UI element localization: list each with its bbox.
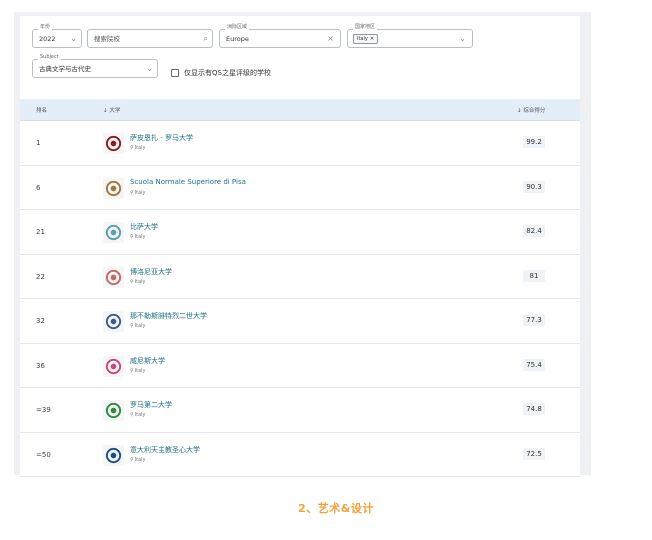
university-name-link[interactable]: 罗马第二大学 xyxy=(130,400,172,410)
university-name-link[interactable]: 意大利天主教圣心大学 xyxy=(130,445,200,455)
year-label: 年份 xyxy=(38,24,53,31)
location-text: Italy xyxy=(134,323,146,329)
university-name-link[interactable]: Scuola Normale Superiore di Pisa xyxy=(130,178,246,186)
university-location: ⚲Italy xyxy=(130,412,146,418)
score-header-label: 综合得分 xyxy=(523,108,546,114)
overall-score: 99.2 xyxy=(523,136,545,148)
university-location: ⚲Italy xyxy=(130,190,146,196)
university-name-link[interactable]: 博洛尼亚大学 xyxy=(130,267,172,277)
table-row[interactable]: 21 比萨大学 ⚲Italy 82.4 xyxy=(20,210,580,255)
score-header[interactable]: ↓ 综合得分 xyxy=(517,106,545,114)
university-location: ⚲Italy xyxy=(130,323,146,329)
university-name-link[interactable]: 威尼斯大学 xyxy=(130,356,165,366)
location-pin-icon: ⚲ xyxy=(130,412,134,418)
chevron-down-icon: ⌄ xyxy=(70,34,77,43)
location-pin-icon: ⚲ xyxy=(130,189,134,196)
subject-select[interactable]: Subject 古典文学与古代史 ⌄ xyxy=(32,54,158,78)
rank-value: 21 xyxy=(36,228,45,236)
overall-score: 77.3 xyxy=(523,314,545,326)
location-text: Italy xyxy=(134,412,146,418)
rank-header[interactable]: 排名 xyxy=(36,106,47,114)
overall-score: 81 xyxy=(523,269,545,282)
search-icon: ⌕ xyxy=(203,34,208,43)
country-chip-label: Italy xyxy=(357,36,368,42)
table-header: 排名 ↓ 大学 ↓ 综合得分 xyxy=(20,99,580,121)
table-row[interactable]: 22 博洛尼亚大学 ⚲Italy 81 xyxy=(20,254,580,299)
university-header-label: 大学 xyxy=(109,108,121,114)
rankings-card: 年份 2022 ⌄ 搜索院校 ⌕ 洲际区域 Europe × 国家地区 Ital… xyxy=(20,16,580,477)
qs-stars-checkbox[interactable] xyxy=(171,69,179,77)
chevron-down-icon: ⌄ xyxy=(459,34,466,43)
university-header[interactable]: ↓ 大学 xyxy=(103,106,120,114)
university-logo-icon xyxy=(103,311,124,332)
university-location: ⚲Italy xyxy=(130,368,146,374)
qs-stars-label: 仅显示有QS之星评级的学校 xyxy=(184,69,271,77)
region-value: Europe xyxy=(226,35,249,43)
section-title: 2、艺术&设计 xyxy=(298,502,374,515)
region-label: 洲际区域 xyxy=(225,24,250,31)
year-value: 2022 xyxy=(39,35,56,43)
rank-value: 36 xyxy=(36,361,45,370)
location-text: Italy xyxy=(134,367,146,374)
rank-value: =50 xyxy=(36,450,51,459)
location-text: Italy xyxy=(134,145,146,151)
university-logo-icon xyxy=(103,355,124,377)
university-logo-icon xyxy=(103,400,124,421)
rankings-panel: 年份 2022 ⌄ 搜索院校 ⌕ 洲际区域 Europe × 国家地区 Ital… xyxy=(14,12,591,477)
chip-close-icon[interactable]: ✕ xyxy=(370,36,374,42)
rank-value: =39 xyxy=(36,406,51,414)
rank-value: 32 xyxy=(36,317,45,325)
table-row[interactable]: 36 威尼斯大学 ⚲Italy 75.4 xyxy=(20,343,580,388)
university-location: ⚲Italy xyxy=(130,279,146,285)
university-location: ⚲Italy xyxy=(130,145,146,151)
close-icon[interactable]: × xyxy=(327,33,334,45)
qs-stars-filter[interactable]: 仅显示有QS之星评级的学校 xyxy=(171,68,271,78)
location-text: Italy xyxy=(134,456,146,463)
overall-score: 82.4 xyxy=(523,225,545,237)
country-chip[interactable]: Italy ✕ xyxy=(353,34,379,44)
overall-score: 75.4 xyxy=(523,358,545,371)
rank-value: 22 xyxy=(36,272,45,281)
chevron-down-icon: ⌄ xyxy=(146,64,153,73)
university-logo-icon xyxy=(103,444,124,466)
university-logo-icon xyxy=(103,177,124,199)
search-placeholder: 搜索院校 xyxy=(94,35,120,43)
country-label: 国家地区 xyxy=(353,24,378,31)
rank-value: 1 xyxy=(36,139,41,147)
location-text: Italy xyxy=(134,189,146,196)
university-logo-icon xyxy=(103,133,124,154)
rank-value: 6 xyxy=(36,183,41,192)
search-input[interactable]: 搜索院校 ⌕ xyxy=(87,29,213,48)
university-name-link[interactable]: 比萨大学 xyxy=(130,222,158,232)
subject-value: 古典文学与古代史 xyxy=(39,65,91,73)
location-pin-icon: ⚲ xyxy=(130,145,134,151)
university-location: ⚲Italy xyxy=(130,457,146,463)
location-pin-icon: ⚲ xyxy=(130,456,134,463)
university-location: ⚲Italy xyxy=(130,234,146,240)
location-pin-icon: ⚲ xyxy=(130,323,134,329)
table-row[interactable]: 6 Scuola Normale Superiore di Pisa ⚲Ital… xyxy=(20,165,580,210)
university-name-link[interactable]: 萨皮恩扎 - 罗马大学 xyxy=(130,133,193,143)
table-row[interactable]: 32 那不勒斯腓特烈二世大学 ⚲Italy 77.3 xyxy=(20,299,580,344)
university-logo-icon xyxy=(103,266,124,288)
university-list: 1 萨皮恩扎 - 罗马大学 ⚲Italy 99.2 6 Scuola Norma… xyxy=(20,121,580,477)
year-select[interactable]: 年份 2022 ⌄ xyxy=(32,24,82,48)
country-select[interactable]: 国家地区 Italy ✕ ⌄ xyxy=(347,24,473,48)
overall-score: 72.5 xyxy=(523,447,545,460)
subject-label: Subject xyxy=(38,54,61,61)
filter-bar: 年份 2022 ⌄ 搜索院校 ⌕ 洲际区域 Europe × 国家地区 Ital… xyxy=(20,16,580,99)
location-pin-icon: ⚲ xyxy=(130,367,134,374)
location-pin-icon: ⚲ xyxy=(130,234,134,240)
table-row[interactable]: =39 罗马第二大学 ⚲Italy 74.8 xyxy=(20,388,580,433)
university-logo-icon xyxy=(103,222,124,243)
overall-score: 90.3 xyxy=(523,180,545,193)
table-row[interactable]: =50 意大利天主教圣心大学 ⚲Italy 72.5 xyxy=(20,432,580,477)
location-text: Italy xyxy=(134,278,146,285)
university-name-link[interactable]: 那不勒斯腓特烈二世大学 xyxy=(130,311,207,321)
table-row[interactable]: 1 萨皮恩扎 - 罗马大学 ⚲Italy 99.2 xyxy=(20,121,580,166)
overall-score: 74.8 xyxy=(523,403,545,415)
region-select[interactable]: 洲际区域 Europe × xyxy=(219,24,341,48)
location-pin-icon: ⚲ xyxy=(130,278,134,285)
location-text: Italy xyxy=(134,234,146,240)
